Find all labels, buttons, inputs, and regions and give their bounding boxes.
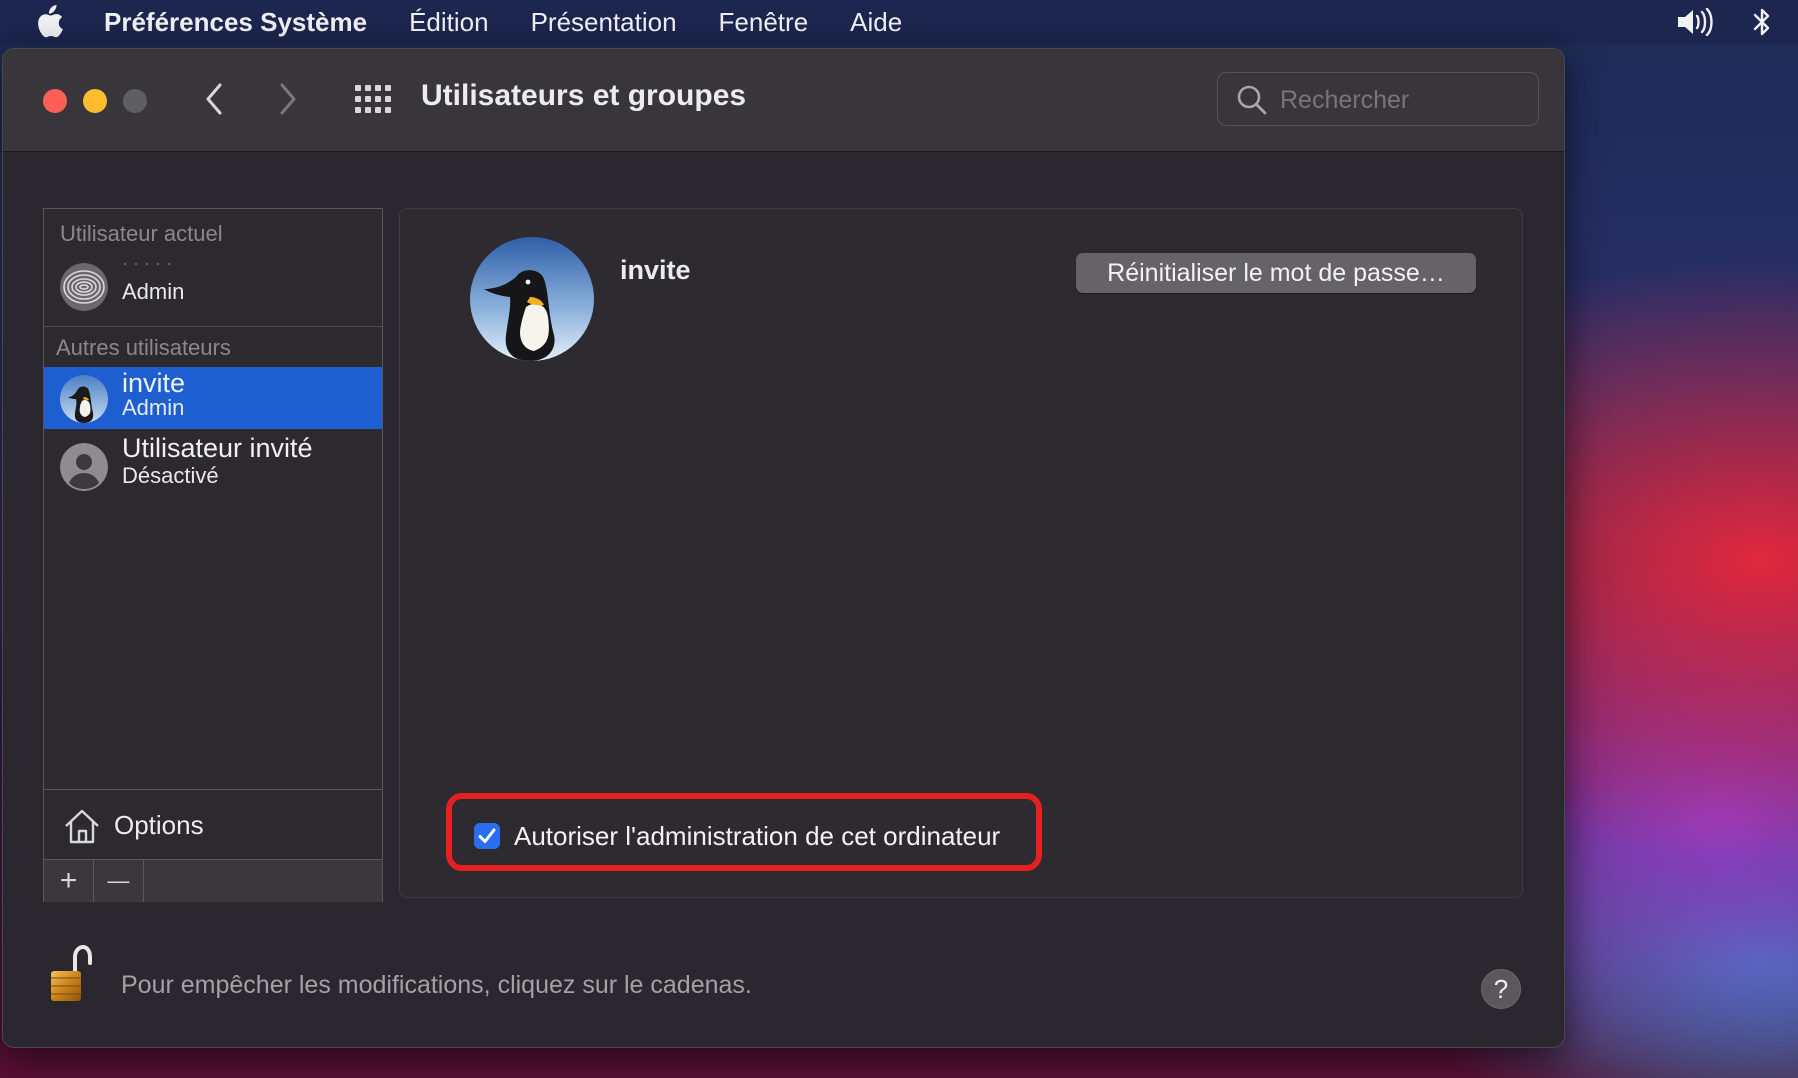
search-field[interactable] xyxy=(1217,72,1539,126)
search-icon xyxy=(1237,85,1267,115)
close-button[interactable] xyxy=(43,89,67,113)
login-options-row[interactable]: Options xyxy=(44,789,382,860)
user-row-invite[interactable]: invite Admin xyxy=(44,367,382,429)
admin-permission-highlight: Autoriser l'administration de cet ordina… xyxy=(446,793,1042,871)
user-picture[interactable] xyxy=(470,237,594,361)
user-invite-role: Admin xyxy=(122,395,185,420)
current-user-name: · · · · · xyxy=(122,253,172,273)
current-user-role: Admin xyxy=(122,279,185,304)
allow-admin-label[interactable]: Autoriser l'administration de cet ordina… xyxy=(514,821,1000,852)
options-label: Options xyxy=(114,810,204,840)
menu-bar: Préférences Système Édition Présentation… xyxy=(0,0,1798,44)
menu-edition[interactable]: Édition xyxy=(409,7,489,38)
user-detail-panel: invite Réinitialiser le mot de passe… Au… xyxy=(399,208,1523,898)
title-bar: Utilisateurs et groupes xyxy=(3,49,1564,152)
zoom-button[interactable] xyxy=(123,89,147,113)
section-divider xyxy=(44,326,382,327)
back-arrow-icon[interactable] xyxy=(203,81,225,117)
menu-presentation[interactable]: Présentation xyxy=(531,7,677,38)
checkmark-icon xyxy=(478,828,496,843)
lock-instructions-text: Pour empêcher les modifications, cliquez… xyxy=(121,971,752,999)
allow-admin-checkbox[interactable] xyxy=(474,823,500,849)
sidebar-toolbar: + — xyxy=(44,859,382,902)
selected-username: invite xyxy=(620,255,691,285)
remove-user-button[interactable]: — xyxy=(94,860,144,902)
user-row-guest[interactable]: Utilisateur invité Désactivé xyxy=(44,433,382,497)
penguin-avatar xyxy=(60,375,108,423)
current-user-header: Utilisateur actuel xyxy=(60,221,223,246)
menu-app-name[interactable]: Préférences Système xyxy=(104,7,367,38)
reset-password-button[interactable]: Réinitialiser le mot de passe… xyxy=(1076,253,1476,293)
show-all-grid-icon[interactable] xyxy=(355,85,391,113)
volume-icon[interactable] xyxy=(1676,8,1716,36)
user-guest-role: Désactivé xyxy=(122,463,219,488)
house-icon xyxy=(65,809,99,844)
padlock-icon[interactable] xyxy=(49,945,93,1003)
users-sidebar: Utilisateur actuel · · · · · Admin Autre… xyxy=(43,208,383,902)
add-user-button[interactable]: + xyxy=(44,860,94,902)
search-input[interactable] xyxy=(1278,81,1532,119)
menu-aide[interactable]: Aide xyxy=(850,7,902,38)
user-guest-name: Utilisateur invité xyxy=(122,433,313,463)
forward-arrow-icon[interactable] xyxy=(277,81,299,117)
apple-icon[interactable] xyxy=(34,5,64,39)
fingerprint-avatar xyxy=(60,263,108,311)
minimize-button[interactable] xyxy=(83,89,107,113)
menu-fenetre[interactable]: Fenêtre xyxy=(719,7,809,38)
bluetooth-icon[interactable] xyxy=(1752,7,1772,37)
person-avatar-icon xyxy=(60,443,108,491)
current-user-row[interactable]: · · · · · Admin xyxy=(44,253,382,317)
preferences-window: Utilisateurs et groupes Utilisateur actu… xyxy=(2,48,1565,1048)
help-button[interactable]: ? xyxy=(1481,969,1521,1009)
window-title: Utilisateurs et groupes xyxy=(421,79,747,112)
other-users-header: Autres utilisateurs xyxy=(56,335,231,360)
